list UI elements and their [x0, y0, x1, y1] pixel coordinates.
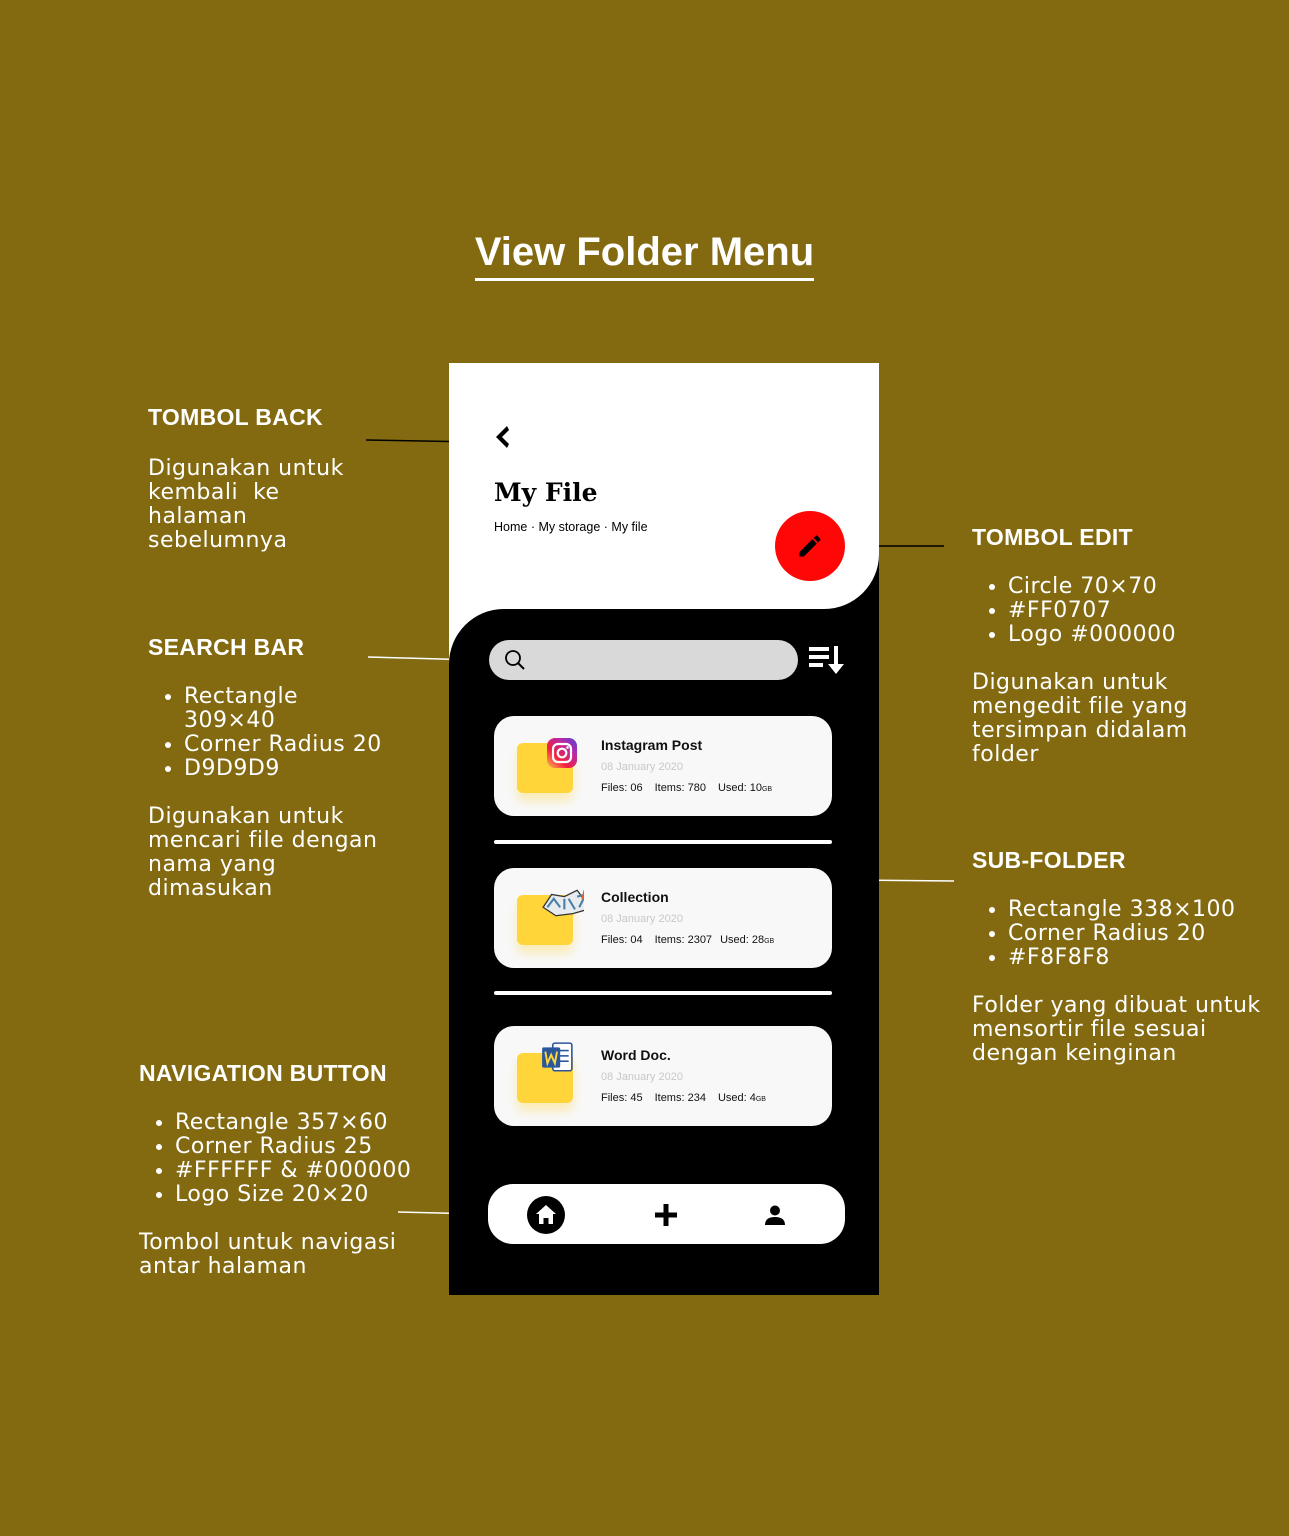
header-panel: My File Home · My storage · My file: [449, 363, 879, 609]
folder-date: 08 January 2020: [601, 1071, 683, 1083]
plus-icon: [655, 1204, 677, 1226]
annotation-desc: Folder yang dibuat untuk mensortir file …: [972, 993, 1261, 1066]
annotation-nav: NAVIGATION BUTTON Rectangle 357×60 Corne…: [139, 1060, 411, 1279]
annotation-bullets: Rectangle 338×100 Corner Radius 20 #F8F8…: [972, 898, 1261, 970]
annotation-edit: TOMBOL EDIT Circle 70×70 #FF0707 Logo #0…: [972, 524, 1188, 767]
sticker-icon: [542, 889, 584, 917]
word-icon: [542, 1042, 573, 1072]
back-button[interactable]: [493, 425, 513, 449]
screen-title: My File: [494, 478, 598, 507]
search-icon: [505, 650, 525, 670]
annotation-desc: Tombol untuk navigasi antar halaman: [139, 1230, 397, 1279]
folder-name: Collection: [601, 889, 669, 905]
folder-card-instagram[interactable]: Instagram Post 08 January 2020 Files: 06…: [494, 716, 832, 816]
folder-date: 08 January 2020: [601, 913, 683, 925]
annotation-bullets: Rectangle 357×60 Corner Radius 25 #FFFFF…: [139, 1111, 411, 1207]
annotation-heading: TOMBOL EDIT: [972, 524, 1133, 550]
bottom-navigation: [488, 1184, 845, 1244]
sort-button[interactable]: [809, 644, 847, 676]
annotation-heading: NAVIGATION BUTTON: [139, 1060, 387, 1086]
nav-home-button[interactable]: [527, 1196, 565, 1234]
annotation-desc: Digunakan untuk mengedit file yang tersi…: [972, 670, 1189, 767]
page-title: View Folder Menu: [0, 228, 1289, 281]
breadcrumb-current: My file: [611, 520, 648, 534]
folder-card-collection[interactable]: Collection 08 January 2020 Files: 04 Item…: [494, 868, 832, 968]
folder-stats: Files: 04 Items: 2307 Used: 28GB: [601, 934, 775, 946]
nav-add-button[interactable]: [647, 1196, 685, 1234]
divider: [494, 991, 832, 995]
sort-descending-icon: [809, 646, 844, 674]
breadcrumb-storage[interactable]: My storage: [538, 520, 600, 534]
folder-name: Instagram Post: [601, 737, 703, 753]
annotation-desc: Digunakan untuk kembali ke halaman sebel…: [148, 456, 344, 553]
nav-profile-button[interactable]: [756, 1196, 794, 1234]
phone-screen: My File Home · My storage · My file Inst…: [449, 363, 879, 1295]
annotation-bullets: Rectangle 309×40 Corner Radius 20 D9D9D9: [148, 685, 399, 781]
annotation-desc: Digunakan untuk mencari file dengan nama…: [148, 804, 378, 901]
breadcrumb-home[interactable]: Home: [494, 520, 527, 534]
annotation-bullets: Circle 70×70 #FF0707 Logo #000000: [972, 575, 1188, 647]
search-input[interactable]: [489, 640, 798, 680]
folder-card-word[interactable]: Word Doc. 08 January 2020 Files: 45 Items…: [494, 1026, 832, 1126]
folder-stats: Files: 45 Items: 234 Used: 4GB: [601, 1092, 766, 1104]
home-icon: [527, 1196, 565, 1234]
pencil-icon: [799, 535, 821, 557]
annotation-subfolder: SUB-FOLDER Rectangle 338×100 Corner Radi…: [972, 847, 1261, 1066]
edit-button[interactable]: [775, 511, 845, 581]
divider: [494, 840, 832, 844]
annotation-heading: SUB-FOLDER: [972, 847, 1126, 873]
instagram-icon: [547, 738, 577, 768]
annotation-heading: TOMBOL BACK: [148, 404, 323, 430]
breadcrumb: Home · My storage · My file: [494, 520, 648, 534]
user-icon: [765, 1205, 785, 1225]
annotation-heading: SEARCH BAR: [148, 634, 305, 660]
folder-name: Word Doc.: [601, 1047, 671, 1063]
annotation-search: SEARCH BAR Rectangle 309×40 Corner Radiu…: [148, 634, 399, 901]
folder-date: 08 January 2020: [601, 761, 683, 773]
annotation-back: TOMBOL BACK Digunakan untuk kembali ke h…: [148, 404, 344, 553]
folder-stats: Files: 06 Items: 780 Used: 10GB: [601, 782, 773, 794]
